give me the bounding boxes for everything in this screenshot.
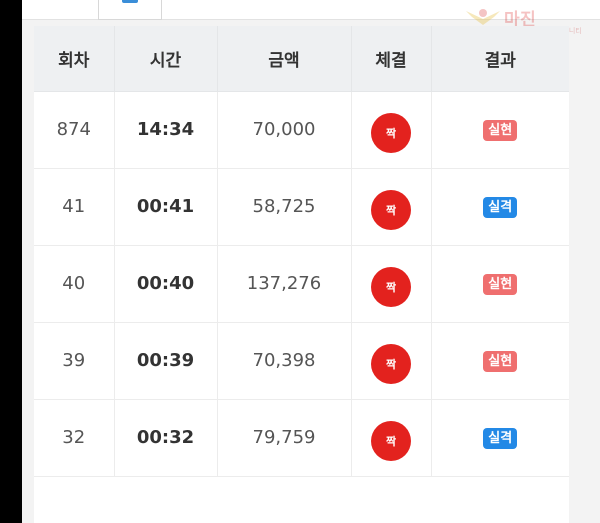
header-time: 시간 [114,26,218,92]
result-cell: 실현 [431,245,569,323]
table-row[interactable]: 39 00:39 70,398 짝 실현 [34,322,569,400]
table-header-row: 회차 시간 금액 체결 결과 [34,26,569,92]
table-row[interactable]: 874 14:34 70,000 짝 실현 [34,91,569,169]
time-cell: 00:40 [114,245,218,323]
table-row[interactable]: 32 00:32 79,759 짝 실격 [34,399,569,477]
fill-badge: 짝 [371,420,411,461]
amount-cell: 58,725 [217,168,352,246]
fill-badge: 짝 [371,266,411,307]
header-round: 회차 [34,26,115,92]
round-cell: 41 [34,168,115,246]
header-amount: 금액 [217,26,352,92]
round-cell: 32 [34,399,115,477]
table-row[interactable]: 41 00:41 58,725 짝 실격 [34,168,569,246]
table-row[interactable]: 40 00:40 137,276 짝 실현 [34,245,569,323]
result-badge: 실격 [483,428,518,449]
amount-cell: 70,000 [217,91,352,169]
fill-badge: 짝 [371,343,411,384]
tab-indicator-icon [122,0,138,3]
emblem-icon [466,9,500,25]
fill-badge: 짝 [371,112,411,153]
tab-button[interactable] [98,0,162,20]
fill-badge: 짝 [371,189,411,230]
time-cell: 00:32 [114,399,218,477]
fill-cell: 짝 [351,168,432,246]
result-cell: 실현 [431,322,569,400]
round-cell: 39 [34,322,115,400]
result-table-card: 회차 시간 금액 체결 결과 874 14:34 70,000 짝 실현 41 [34,26,569,523]
result-cell: 실격 [431,399,569,477]
round-cell: 874 [34,91,115,169]
result-badge: 실격 [483,197,518,218]
result-cell: 실현 [431,91,569,169]
app-screen: 마진 마진거래 검증전문 커뮤니티 회차 시간 금액 체결 결과 874 14:… [22,0,600,523]
amount-cell: 70,398 [217,322,352,400]
result-badge: 실현 [483,120,518,141]
result-table: 회차 시간 금액 체결 결과 874 14:34 70,000 짝 실현 41 [34,26,569,477]
result-badge: 실현 [483,351,518,372]
time-cell: 00:39 [114,322,218,400]
amount-cell: 79,759 [217,399,352,477]
fill-cell: 짝 [351,322,432,400]
fill-cell: 짝 [351,91,432,169]
result-badge: 실현 [483,274,518,295]
amount-cell: 137,276 [217,245,352,323]
header-fill: 체결 [351,26,432,92]
fill-cell: 짝 [351,399,432,477]
round-cell: 40 [34,245,115,323]
result-cell: 실격 [431,168,569,246]
header-result: 결과 [431,26,569,92]
time-cell: 00:41 [114,168,218,246]
time-cell: 14:34 [114,91,218,169]
fill-cell: 짝 [351,245,432,323]
